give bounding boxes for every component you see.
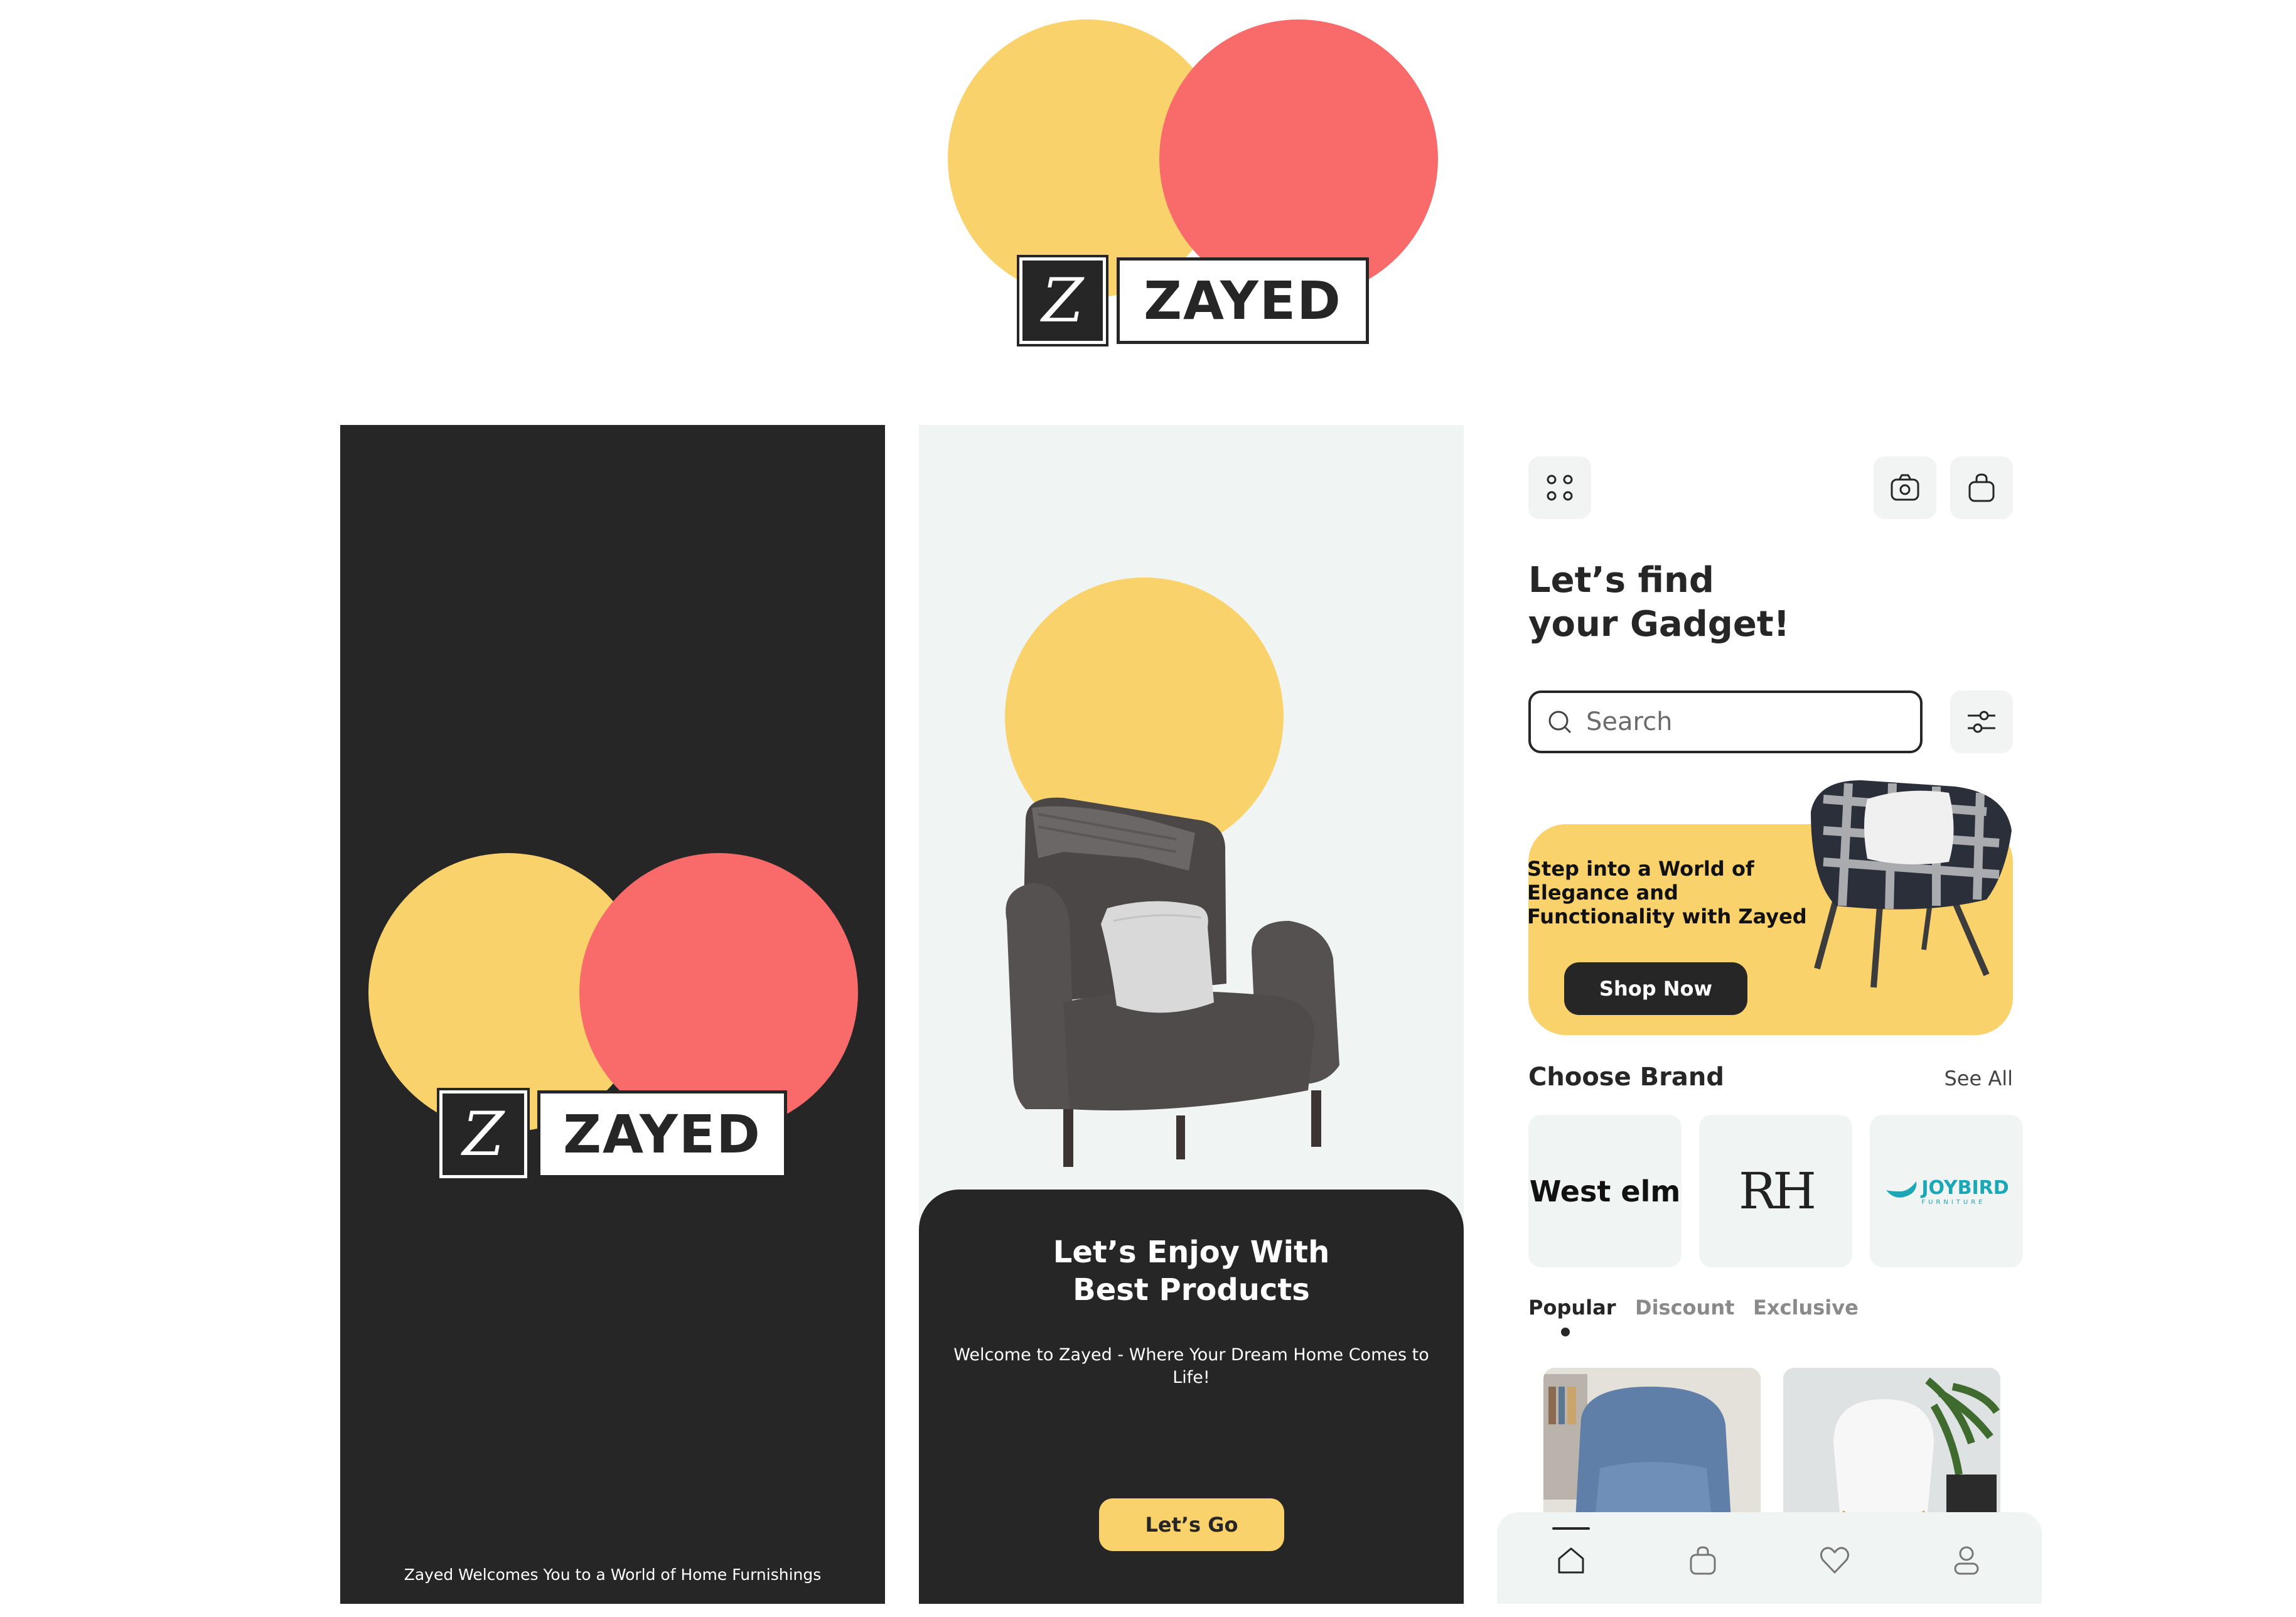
banner-chair-image: [1811, 780, 2012, 988]
bag-icon: [1690, 1546, 1716, 1575]
active-nav-indicator: [1552, 1527, 1590, 1530]
onboarding-screen: Let’s Enjoy With Best Products Welcome t…: [919, 425, 1464, 1604]
onboarding-subtitle: Welcome to Zayed - Where Your Dream Home…: [953, 1345, 1429, 1387]
logo-z-letter: Z: [1041, 266, 1084, 336]
tab-discount[interactable]: Discount: [1635, 1296, 1734, 1319]
brand-card-westelm[interactable]: West elm: [1528, 1115, 1682, 1267]
splash-logo-wordmark: ZAYED: [537, 1090, 787, 1178]
nav-favorites[interactable]: [1813, 1531, 1857, 1587]
cart-button[interactable]: [1950, 456, 2013, 519]
brand-westelm-logo: West elm: [1529, 1174, 1681, 1208]
brand-card-joybird[interactable]: JOYBIRD FURNITURE: [1870, 1115, 2023, 1267]
choose-brand-title: Choose Brand: [1528, 1063, 1724, 1092]
home-title: Let’s find your Gadget!: [1528, 559, 1789, 647]
product-card-white-chair[interactable]: [1783, 1368, 2000, 1531]
filter-icon: [1968, 711, 1995, 733]
joybird-bird-icon: [1886, 1181, 1917, 1198]
tab-exclusive[interactable]: Exclusive: [1753, 1296, 1859, 1319]
splash-screen: Z ZAYED Zayed Welcomes You to a World of…: [340, 425, 885, 1604]
heart-icon: [1820, 1547, 1850, 1574]
home-icon: [1558, 1547, 1584, 1574]
home-title-line2: your Gadget!: [1528, 604, 1790, 645]
joybird-wordmark: JOYBIRD FURNITURE: [1921, 1177, 2009, 1206]
joybird-tagline: FURNITURE: [1921, 1198, 1986, 1206]
onboarding-title-line1: Let’s Enjoy With: [1053, 1235, 1330, 1270]
tab-popular[interactable]: Popular: [1528, 1296, 1616, 1319]
see-all-link[interactable]: See All: [1944, 1066, 2013, 1090]
splash-logo-z-mark: Z: [437, 1088, 530, 1181]
tab-active-dot: [1561, 1328, 1570, 1336]
logo-z-mark: Z: [1017, 255, 1108, 346]
grid-icon: [1547, 475, 1573, 501]
promo-banner: Step into a World of Elegance and Functi…: [1527, 780, 2013, 1035]
menu-button[interactable]: [1528, 456, 1591, 519]
search-box[interactable]: [1528, 690, 1923, 753]
logo-wordmark-text: ZAYED: [1144, 270, 1342, 331]
home-title-line1: Let’s find: [1528, 560, 1714, 601]
onboarding-title: Let’s Enjoy With Best Products: [919, 1233, 1464, 1309]
white-chair-image: [1783, 1368, 2000, 1531]
bottom-navigation: [1497, 1512, 2042, 1604]
blue-chair-image: [1543, 1368, 1761, 1531]
onboarding-card: Let’s Enjoy With Best Products Welcome t…: [919, 1190, 1464, 1604]
splash-logo-wordmark-text: ZAYED: [563, 1104, 761, 1165]
onboarding-title-line2: Best Products: [1073, 1272, 1310, 1308]
filter-button[interactable]: [1950, 690, 2013, 753]
logo-coral-circle: [1159, 19, 1438, 298]
shopping-bag-icon: [1968, 473, 1995, 502]
armchair-image: [1006, 797, 1339, 1167]
camera-button[interactable]: [1874, 456, 1936, 519]
lets-go-button[interactable]: Let’s Go: [1099, 1498, 1284, 1551]
home-screen: Let’s find your Gadget! Step into a Worl…: [1497, 425, 2042, 1604]
brand-card-rh[interactable]: RH: [1699, 1115, 1852, 1267]
nav-profile[interactable]: [1945, 1531, 1988, 1587]
splash-logo-z-letter: Z: [462, 1099, 505, 1169]
brand-rh-logo: RH: [1739, 1162, 1816, 1220]
joybird-name: JOYBIRD: [1921, 1176, 2009, 1199]
nav-home[interactable]: [1549, 1531, 1593, 1587]
profile-icon: [1954, 1546, 1979, 1575]
search-input[interactable]: [1585, 707, 1889, 737]
nav-bag[interactable]: [1681, 1531, 1725, 1587]
logo-wordmark: ZAYED: [1117, 257, 1369, 344]
banner-text: Step into a World of Elegance and Functi…: [1527, 857, 1807, 928]
shop-now-button[interactable]: Shop Now: [1564, 962, 1747, 1015]
search-icon: [1548, 711, 1572, 734]
product-card-blue-chair[interactable]: [1543, 1368, 1761, 1531]
camera-icon: [1891, 474, 1919, 501]
splash-footer-text: Zayed Welcomes You to a World of Home Fu…: [404, 1566, 822, 1584]
